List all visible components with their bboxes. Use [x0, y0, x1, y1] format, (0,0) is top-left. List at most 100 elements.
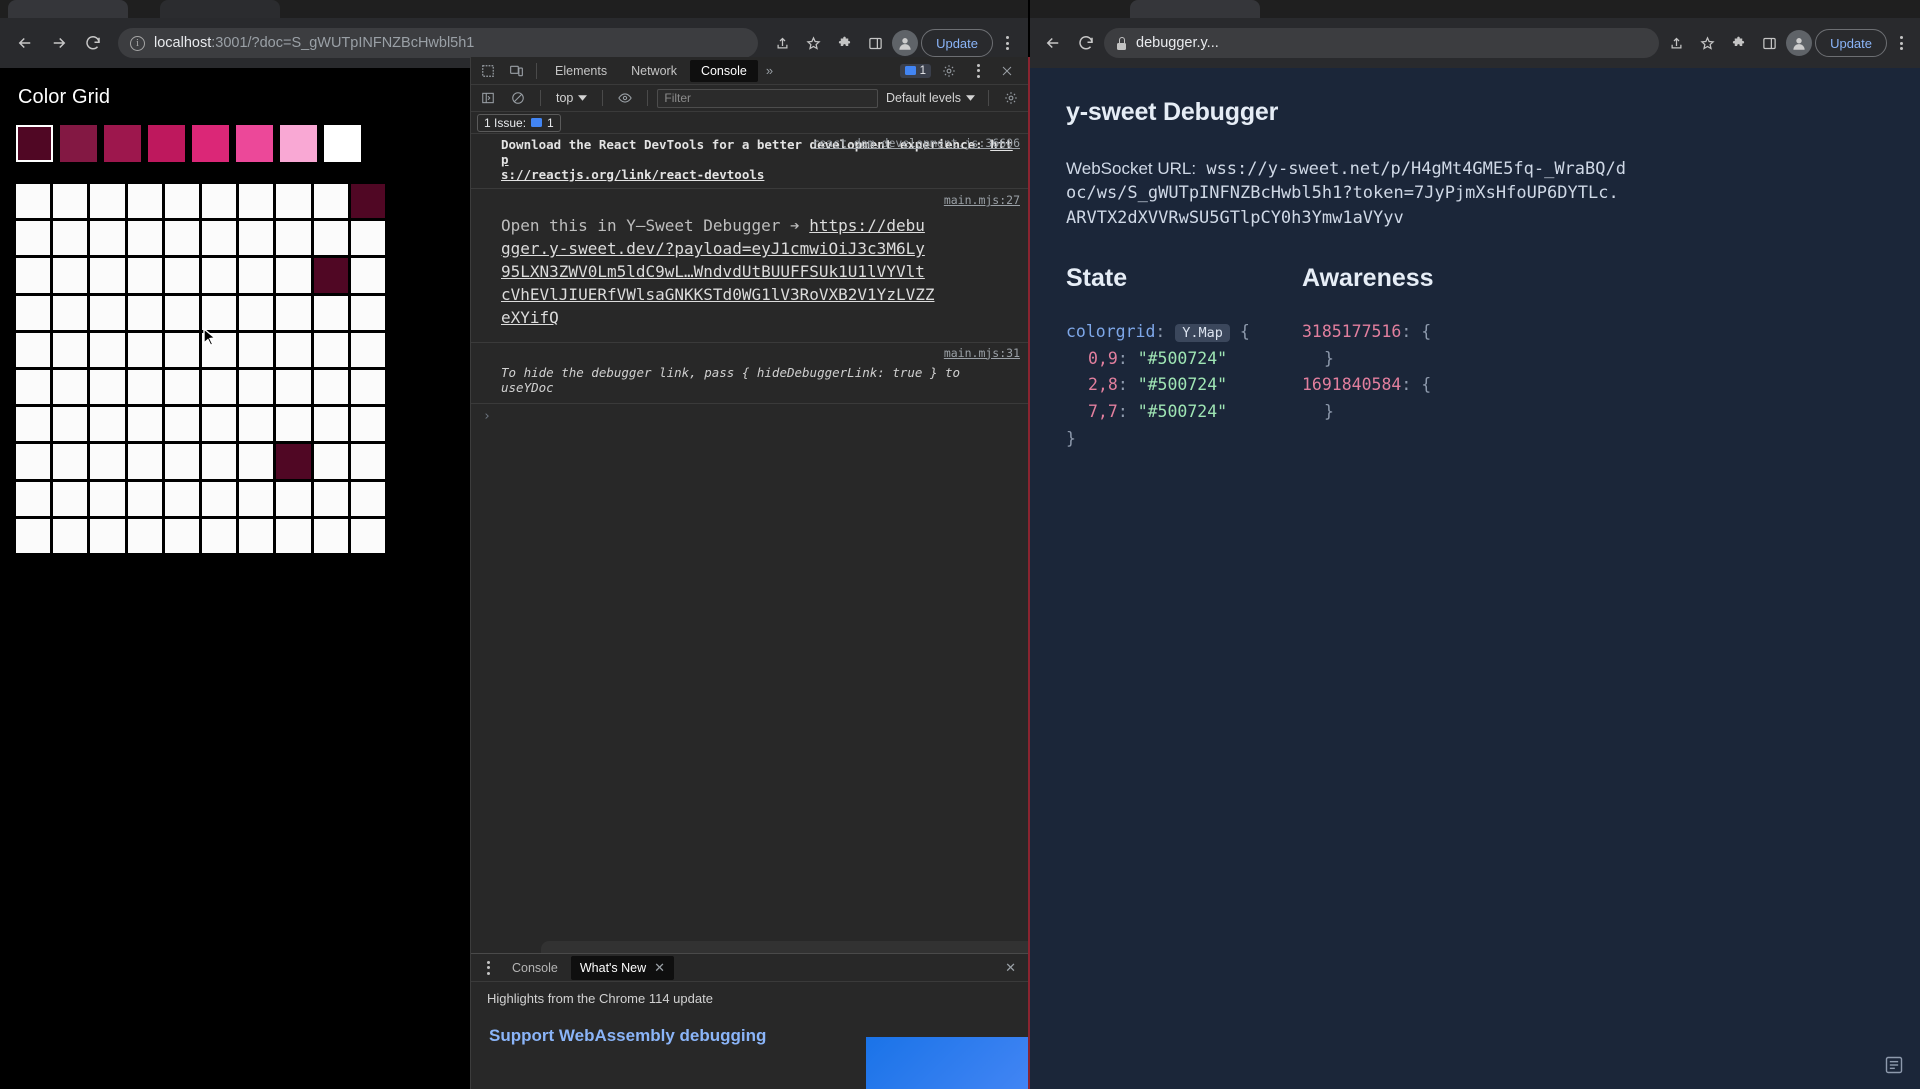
grid-cell-7,8[interactable] — [313, 444, 348, 479]
grid-cell-7,7[interactable] — [276, 444, 311, 479]
grid-cell-4,1[interactable] — [53, 332, 88, 368]
grid-cell-1,7[interactable] — [276, 221, 311, 256]
grid-cell-8,0[interactable] — [16, 481, 51, 516]
grid-cell-5,4[interactable] — [164, 370, 200, 405]
source-link[interactable]: react-dom.development.js:36606 — [812, 136, 1020, 150]
grid-cell-5,6[interactable] — [239, 370, 274, 405]
issue-badge[interactable]: 1 — [899, 63, 931, 78]
grid-cell-2,5[interactable] — [202, 258, 237, 293]
grid-cell-5,9[interactable] — [350, 370, 386, 405]
grid-cell-8,1[interactable] — [53, 481, 88, 516]
ysweet-payload-line-3[interactable]: eXYifQ — [501, 308, 559, 327]
console-context-selector[interactable]: top — [550, 91, 593, 105]
grid-cell-4,0[interactable] — [16, 332, 51, 368]
grid-cell-6,0[interactable] — [16, 407, 51, 442]
grid-cell-0,3[interactable] — [127, 184, 162, 219]
drawer-tab-whats-new[interactable]: What's New ✕ — [570, 955, 675, 980]
grid-cell-1,8[interactable] — [313, 221, 348, 256]
info-circle-icon[interactable]: i — [130, 35, 145, 51]
console-prompt[interactable]: › — [471, 404, 1028, 429]
grid-cell-4,7[interactable] — [276, 332, 311, 368]
feedback-icon[interactable] — [1884, 1055, 1906, 1077]
reload-icon[interactable] — [1071, 28, 1101, 58]
grid-cell-8,6[interactable] — [239, 481, 274, 516]
grid-cell-3,3[interactable] — [127, 295, 162, 330]
palette-swatch-1[interactable] — [60, 125, 97, 162]
live-expression-icon[interactable] — [612, 87, 638, 109]
grid-cell-1,9[interactable] — [350, 221, 386, 256]
grid-cell-1,1[interactable] — [53, 221, 88, 256]
grid-cell-4,4[interactable] — [164, 332, 200, 368]
palette-swatch-3[interactable] — [148, 125, 185, 162]
grid-cell-2,3[interactable] — [127, 258, 162, 293]
grid-cell-6,2[interactable] — [90, 407, 125, 442]
update-button[interactable]: Update — [921, 29, 993, 57]
back-arrow-icon[interactable] — [1038, 28, 1068, 58]
grid-cell-4,6[interactable] — [239, 332, 274, 368]
grid-cell-5,2[interactable] — [90, 370, 125, 405]
grid-cell-2,9[interactable] — [350, 258, 386, 293]
issues-chip[interactable]: 1 Issue: 1 — [477, 113, 561, 132]
ysweet-payload-line-0[interactable]: gger.y-sweet.dev/?payload=eyJ1cmwiOiJ3c3… — [501, 239, 925, 258]
grid-cell-7,4[interactable] — [164, 444, 200, 479]
grid-cell-1,6[interactable] — [239, 221, 274, 256]
grid-cell-6,3[interactable] — [127, 407, 162, 442]
grid-cell-4,9[interactable] — [350, 332, 386, 368]
browser-tab-active[interactable] — [8, 0, 128, 18]
grid-cell-5,8[interactable] — [313, 370, 348, 405]
grid-cell-9,1[interactable] — [53, 518, 88, 554]
grid-cell-2,6[interactable] — [239, 258, 274, 293]
browser-tab-active[interactable] — [1130, 0, 1260, 18]
grid-cell-5,7[interactable] — [276, 370, 311, 405]
address-bar[interactable]: debugger.y... — [1104, 28, 1660, 58]
grid-cell-6,1[interactable] — [53, 407, 88, 442]
grid-cell-7,9[interactable] — [350, 444, 386, 479]
grid-cell-0,4[interactable] — [164, 184, 200, 219]
grid-cell-0,8[interactable] — [313, 184, 348, 219]
grid-cell-7,1[interactable] — [53, 444, 88, 479]
grid-cell-8,2[interactable] — [90, 481, 125, 516]
back-arrow-icon[interactable] — [10, 28, 40, 58]
inspect-element-icon[interactable] — [475, 60, 501, 82]
grid-cell-4,3[interactable] — [127, 332, 162, 368]
grid-cell-2,8[interactable] — [313, 258, 348, 293]
grid-cell-9,6[interactable] — [239, 518, 274, 554]
share-icon[interactable] — [768, 29, 796, 57]
ysweet-payload-line-2[interactable]: cVhEVlJIUERfVWlsaGNKKSTd0WG1lV3RoVXB2V1Y… — [501, 285, 934, 304]
grid-cell-8,3[interactable] — [127, 481, 162, 516]
console-log-area[interactable]: react-dom.development.js:36606 Download … — [471, 134, 1028, 1089]
browser-tab-inactive[interactable] — [160, 0, 280, 18]
close-x-icon[interactable] — [994, 60, 1020, 82]
drawer-kebab-menu-icon[interactable] — [477, 960, 499, 975]
grid-cell-1,3[interactable] — [127, 221, 162, 256]
ysweet-debugger-link[interactable]: https://debu — [809, 216, 925, 235]
grid-cell-2,1[interactable] — [53, 258, 88, 293]
grid-cell-8,8[interactable] — [313, 481, 348, 516]
palette-swatch-0[interactable] — [16, 125, 53, 162]
grid-cell-6,7[interactable] — [276, 407, 311, 442]
grid-cell-9,8[interactable] — [313, 518, 348, 554]
console-sidebar-icon[interactable] — [475, 87, 501, 109]
grid-cell-7,3[interactable] — [127, 444, 162, 479]
grid-cell-3,5[interactable] — [202, 295, 237, 330]
grid-cell-0,1[interactable] — [53, 184, 88, 219]
side-panel-icon[interactable] — [861, 29, 889, 57]
grid-cell-7,2[interactable] — [90, 444, 125, 479]
profile-avatar[interactable] — [1786, 30, 1813, 56]
grid-cell-9,7[interactable] — [276, 518, 311, 554]
chevron-double-right-icon[interactable]: » — [760, 63, 779, 78]
grid-cell-6,5[interactable] — [202, 407, 237, 442]
grid-cell-1,5[interactable] — [202, 221, 237, 256]
palette-swatch-5[interactable] — [236, 125, 273, 162]
grid-cell-1,0[interactable] — [16, 221, 51, 256]
palette-swatch-6[interactable] — [280, 125, 317, 162]
forward-arrow-icon[interactable] — [44, 28, 74, 58]
grid-cell-9,2[interactable] — [90, 518, 125, 554]
grid-cell-6,6[interactable] — [239, 407, 274, 442]
grid-cell-9,4[interactable] — [164, 518, 200, 554]
grid-cell-7,6[interactable] — [239, 444, 274, 479]
console-settings-gear-icon[interactable] — [998, 87, 1024, 109]
palette-swatch-7[interactable] — [324, 125, 361, 162]
grid-cell-3,9[interactable] — [350, 295, 386, 330]
puzzle-piece-icon[interactable] — [1724, 29, 1752, 57]
